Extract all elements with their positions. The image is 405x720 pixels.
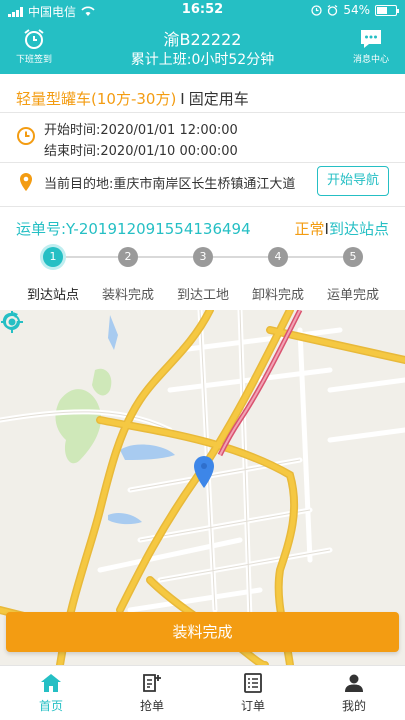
profile-icon bbox=[345, 674, 363, 692]
progress-steps: 1 2 3 4 5 到达站点 装料完成 到达工地 卸料完成 运单完成 bbox=[0, 247, 405, 307]
divider bbox=[0, 206, 405, 207]
divider bbox=[0, 162, 405, 163]
location-pin-icon bbox=[20, 173, 32, 191]
app-screen: 中国电信 16:52 54% 下班签到 渝B22222 累计上班:0小时52分钟… bbox=[0, 0, 405, 720]
order-list-icon bbox=[244, 673, 262, 693]
step-3-dot: 3 bbox=[193, 247, 213, 267]
step-connector bbox=[138, 256, 193, 258]
grab-order-icon bbox=[143, 674, 161, 692]
step-2-label: 装料完成 bbox=[101, 288, 154, 303]
step-1-dot: 1 bbox=[43, 247, 63, 267]
tab-orders[interactable]: 订单 bbox=[213, 672, 293, 714]
vehicle-kind: 固定用车 bbox=[188, 90, 249, 108]
clock-status-icon bbox=[327, 4, 338, 16]
step-connector bbox=[288, 256, 343, 258]
waybill-number: 运单号:Y-201912091554136494 bbox=[16, 220, 251, 238]
home-icon bbox=[41, 674, 61, 692]
vehicle-separator: I bbox=[180, 90, 185, 108]
message-center-button[interactable]: 消息中心 bbox=[343, 28, 399, 65]
step-5-dot: 5 bbox=[343, 247, 363, 267]
alarm-status-icon bbox=[311, 4, 322, 16]
start-time: 开始时间:2020/01/01 12:00:00 bbox=[44, 123, 238, 138]
step-connector bbox=[213, 256, 268, 258]
tab-orders-label: 订单 bbox=[240, 699, 265, 713]
step-connector bbox=[63, 256, 118, 258]
clock-icon bbox=[17, 127, 35, 145]
tab-profile[interactable]: 我的 bbox=[314, 672, 394, 714]
tab-profile-label: 我的 bbox=[341, 699, 366, 713]
step-2-dot: 2 bbox=[118, 247, 138, 267]
vehicle-type: 轻量型罐车(10方-30方) I 固定用车 bbox=[16, 88, 249, 109]
start-navigation-button[interactable]: 开始导航 bbox=[317, 166, 389, 196]
step-4-label: 卸料完成 bbox=[251, 288, 304, 303]
end-time: 结束时间:2020/01/10 00:00:00 bbox=[44, 144, 238, 159]
step-5-label: 运单完成 bbox=[326, 288, 379, 303]
loading-complete-button[interactable]: 装料完成 bbox=[6, 612, 399, 652]
bottom-tab-bar: 首页 抢单 订单 我的 bbox=[0, 665, 405, 720]
refresh-icon[interactable] bbox=[0, 310, 22, 332]
tab-grab-order-label: 抢单 bbox=[139, 699, 164, 713]
tab-home[interactable]: 首页 bbox=[11, 672, 91, 714]
waybill-status: 正常I到达站点 bbox=[295, 218, 389, 239]
destination-text: 当前目的地:重庆市南岸区长生桥镇通江大道 bbox=[44, 177, 296, 192]
battery-icon bbox=[375, 4, 399, 16]
step-4-dot: 4 bbox=[268, 247, 288, 267]
message-center-label: 消息中心 bbox=[352, 55, 389, 65]
app-header: 中国电信 16:52 54% 下班签到 渝B22222 累计上班:0小时52分钟… bbox=[0, 0, 405, 74]
battery-percent: 54% bbox=[343, 3, 370, 17]
message-icon bbox=[361, 30, 381, 48]
step-1-label: 到达站点 bbox=[26, 288, 79, 303]
tab-home-label: 首页 bbox=[38, 699, 63, 713]
status-stage: 到达站点 bbox=[328, 220, 389, 238]
tab-grab-order[interactable]: 抢单 bbox=[112, 672, 192, 714]
status-normal: 正常 bbox=[294, 220, 325, 238]
vehicle-type-name: 轻量型罐车(10方-30方) bbox=[16, 90, 177, 108]
step-3-label: 到达工地 bbox=[176, 288, 229, 303]
status-bar: 中国电信 16:52 54% bbox=[0, 0, 405, 20]
divider bbox=[0, 112, 405, 113]
